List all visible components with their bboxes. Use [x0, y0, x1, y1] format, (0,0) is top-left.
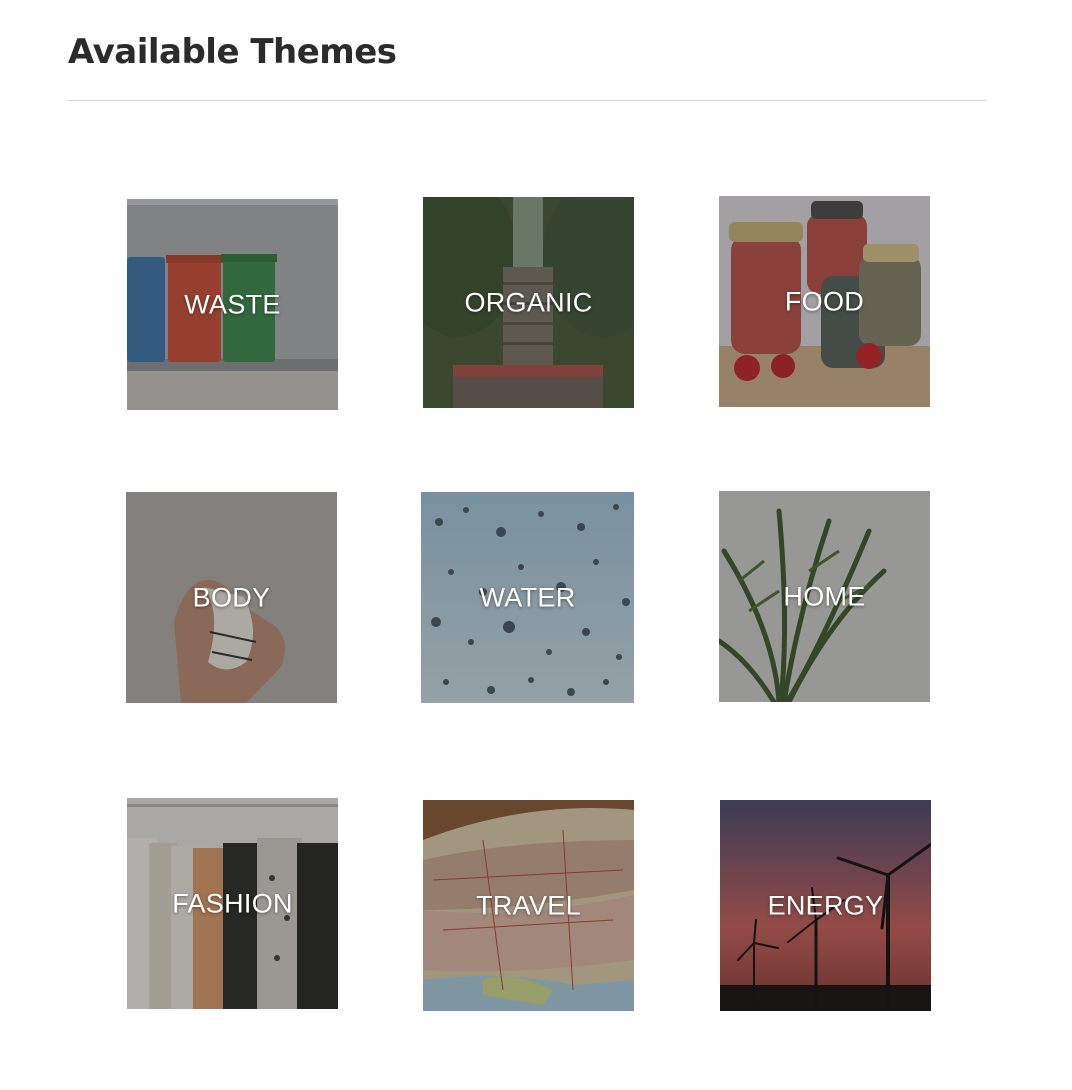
theme-tile-organic[interactable]: ORGANIC	[423, 197, 634, 408]
theme-label-waste: WASTE	[184, 289, 281, 319]
theme-label-fashion: FASHION	[172, 888, 293, 918]
theme-label-food: FOOD	[784, 286, 865, 316]
theme-tile-water[interactable]: WATER	[421, 492, 634, 703]
title-divider	[68, 100, 986, 101]
theme-tile-fashion[interactable]: FASHION	[127, 798, 338, 1009]
theme-label-body: BODY	[192, 582, 271, 612]
page-title: Available Themes	[68, 32, 397, 72]
theme-label-energy: ENERGY	[767, 890, 884, 920]
theme-label-home: HOME	[783, 581, 866, 611]
theme-label-organic: ORGANIC	[464, 287, 593, 317]
theme-tile-food[interactable]: FOOD	[719, 196, 930, 407]
theme-tile-body[interactable]: BODY	[126, 492, 337, 703]
theme-tile-travel[interactable]: TRAVEL	[423, 800, 634, 1011]
theme-tile-waste[interactable]: WASTE	[127, 199, 338, 410]
theme-label-water: WATER	[479, 582, 576, 612]
theme-label-travel: TRAVEL	[476, 890, 581, 920]
theme-tile-energy[interactable]: ENERGY	[720, 800, 931, 1011]
theme-tile-home[interactable]: HOME	[719, 491, 930, 702]
